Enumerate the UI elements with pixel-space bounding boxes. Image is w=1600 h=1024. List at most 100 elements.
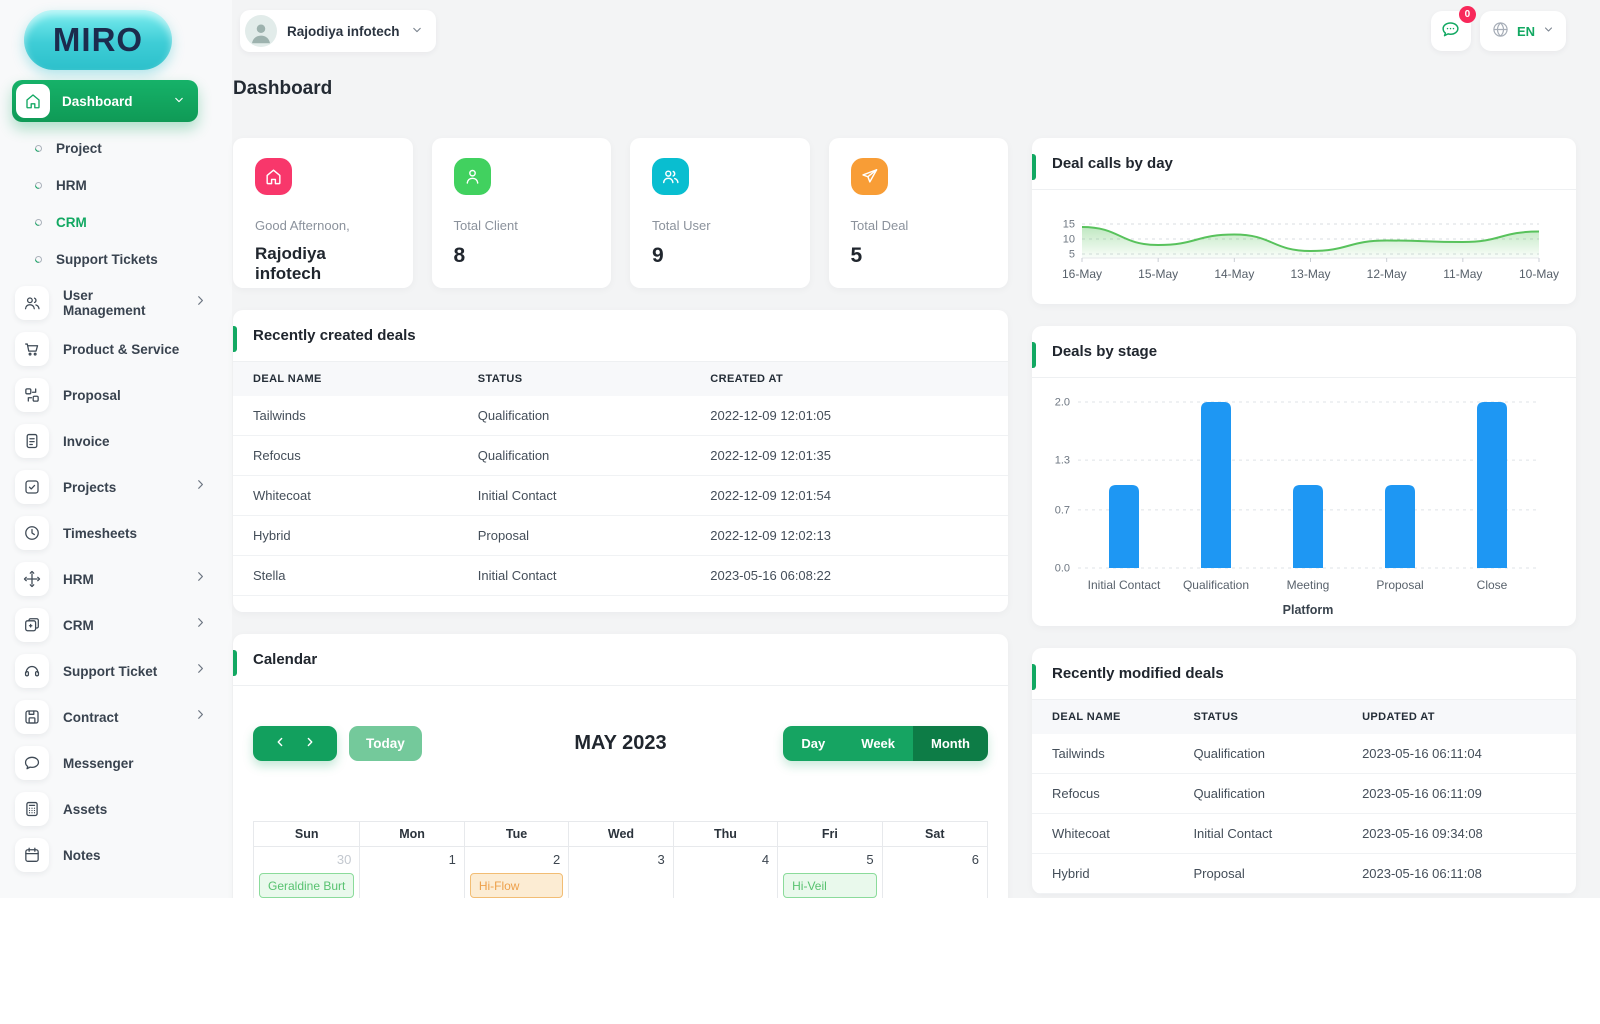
chevron-right-icon[interactable]: [303, 735, 317, 752]
day-number: 6: [883, 849, 987, 871]
sidebar-item-dashboard[interactable]: Dashboard: [12, 80, 198, 122]
calendar-today-button[interactable]: Today: [349, 726, 422, 761]
table-row: HybridProposal2022-12-09 12:02:13: [233, 516, 1008, 556]
chevron-right-icon: [193, 293, 208, 308]
chevron-right-icon: [303, 735, 317, 749]
calendar-day-cell[interactable]: 30Geraldine Burt: [254, 847, 360, 898]
column-header: UPDATED AT: [1342, 700, 1576, 734]
sidebar-item-invoice[interactable]: Invoice: [12, 418, 232, 464]
calendar-view-week[interactable]: Week: [843, 726, 913, 761]
svg-text:Initial Contact: Initial Contact: [1088, 578, 1161, 592]
card-accent: [1032, 154, 1036, 180]
card-title: Deals by stage: [1032, 326, 1576, 378]
sidebar-item-proposal[interactable]: Proposal: [12, 372, 232, 418]
rocket-icon: [860, 167, 879, 186]
weekday-header: Wed: [569, 822, 673, 847]
svg-text:11-May: 11-May: [1443, 267, 1482, 281]
sidebar-subitem-project[interactable]: Project: [12, 130, 232, 167]
chart-wrap: 5101516-May15-May14-May13-May12-May11-Ma…: [1032, 190, 1576, 304]
bullet-icon: [34, 255, 43, 264]
sidebar-subitem-crm[interactable]: CRM: [12, 204, 232, 241]
globe-icon: [1491, 20, 1510, 42]
app-logo[interactable]: MIRO: [24, 10, 172, 70]
calendar-event[interactable]: Geraldine Burt: [259, 873, 354, 898]
company-dropdown[interactable]: Rajodiya infotech: [240, 10, 436, 52]
sidebar-item-notes[interactable]: Notes: [12, 832, 232, 878]
calendar-day-cell[interactable]: 3: [569, 847, 673, 898]
sidebar-subitem-hrm[interactable]: HRM: [12, 167, 232, 204]
sidebar-item-hrm[interactable]: HRM: [12, 556, 232, 602]
table-row: StellaInitial Contact2023-05-16 06:08:22: [233, 556, 1008, 596]
dashboard-grid: Good Afternoon,Rajodiya infotechTotal Cl…: [233, 138, 1600, 898]
bullet-icon: [34, 218, 43, 227]
card-accent: [233, 326, 237, 352]
calendar-day-cell[interactable]: 1: [360, 847, 464, 898]
projects-icon-chip: [15, 470, 49, 504]
calendar-event[interactable]: Hi-Veil: [783, 873, 876, 898]
chevron-right-icon: [193, 615, 208, 630]
sidebar-item-support-ticket[interactable]: Support Ticket: [12, 648, 232, 694]
svg-text:Qualification: Qualification: [1183, 578, 1249, 592]
calendar-day-cell[interactable]: 4: [674, 847, 778, 898]
user-icon-chip: [454, 158, 491, 195]
users-icon: [661, 167, 680, 186]
bullet-icon: [34, 181, 43, 190]
day-number: 4: [674, 849, 777, 871]
calendar-day-cell[interactable]: 6: [883, 847, 987, 898]
calendar-day-cell[interactable]: 2Hi-Flow: [465, 847, 569, 898]
sidebar-item-label: Notes: [63, 848, 208, 863]
table-cell: 2023-05-16 06:11:04: [1342, 734, 1576, 774]
sidebar-item-contract[interactable]: Contract: [12, 694, 232, 740]
calendar-view-day[interactable]: Day: [783, 726, 843, 761]
calendar-icon: [23, 846, 41, 864]
chat-icon: [23, 754, 41, 772]
sidebar-item-messenger[interactable]: Messenger: [12, 740, 232, 786]
table-cell: Refocus: [1032, 774, 1173, 814]
table-cell: 2022-12-09 12:01:05: [690, 396, 1008, 436]
table-cell: Proposal: [458, 516, 691, 556]
move-icon: [23, 570, 41, 588]
table-header-row: DEAL NAMESTATUSUPDATED AT: [1032, 700, 1576, 734]
calendar-prev-next-button[interactable]: [253, 726, 337, 761]
calendar-toolbar: MAY 2023 Today DayWeekMonth: [233, 686, 1008, 761]
chevron-right-icon: [193, 569, 208, 589]
calendar-view-month[interactable]: Month: [913, 726, 988, 761]
sidebar-item-assets[interactable]: Assets: [12, 786, 232, 832]
stat-label: Total Client: [454, 218, 590, 233]
calendar-icon-chip: [15, 838, 49, 872]
calculator-icon: [23, 800, 41, 818]
sidebar-item-user-management[interactable]: User Management: [12, 280, 232, 326]
sidebar-item-label: User Management: [63, 288, 179, 318]
day-number: 1: [360, 849, 463, 871]
sidebar-item-projects[interactable]: Projects: [12, 464, 232, 510]
calendar-event[interactable]: Hi-Flow: [470, 873, 563, 898]
table-cell: Whitecoat: [233, 476, 458, 516]
chevron-down-icon: [172, 93, 186, 110]
table-row: HybridProposal2023-05-16 06:11:08: [1032, 854, 1576, 894]
sidebar-subitem-support-tickets[interactable]: Support Tickets: [12, 241, 232, 278]
stat-cards: Good Afternoon,Rajodiya infotechTotal Cl…: [233, 138, 1008, 288]
language-code: EN: [1517, 24, 1535, 39]
content-area: Rajodiya infotech 0 EN Dashboard: [232, 0, 1600, 898]
day-number: 3: [569, 849, 672, 871]
chevron-right-icon: [193, 569, 208, 584]
sidebar-item-timesheets[interactable]: Timesheets: [12, 510, 232, 556]
contract-icon: [23, 708, 41, 726]
chevron-right-icon: [193, 293, 208, 313]
calendar-day-cell[interactable]: 5Hi-Veil: [778, 847, 882, 898]
users-icon-chip: [652, 158, 689, 195]
svg-text:15: 15: [1063, 219, 1075, 231]
sidebar-item-crm[interactable]: CRM: [12, 602, 232, 648]
sidebar-item-product-service[interactable]: Product & Service: [12, 326, 232, 372]
sidebar-item-label: CRM: [63, 618, 179, 633]
language-dropdown[interactable]: EN: [1480, 11, 1566, 51]
table-cell: 2023-05-16 06:08:22: [690, 556, 1008, 596]
chevron-down-icon: [1542, 23, 1555, 39]
sidebar-item-label: Invoice: [63, 434, 208, 449]
stat-card-total-deal: Total Deal5: [829, 138, 1009, 288]
chat-icon-chip: [15, 746, 49, 780]
chevron-left-icon[interactable]: [273, 735, 287, 752]
messages-button[interactable]: 0: [1431, 11, 1471, 51]
sidebar-subitem-label: HRM: [56, 178, 87, 193]
table-cell: Whitecoat: [1032, 814, 1173, 854]
